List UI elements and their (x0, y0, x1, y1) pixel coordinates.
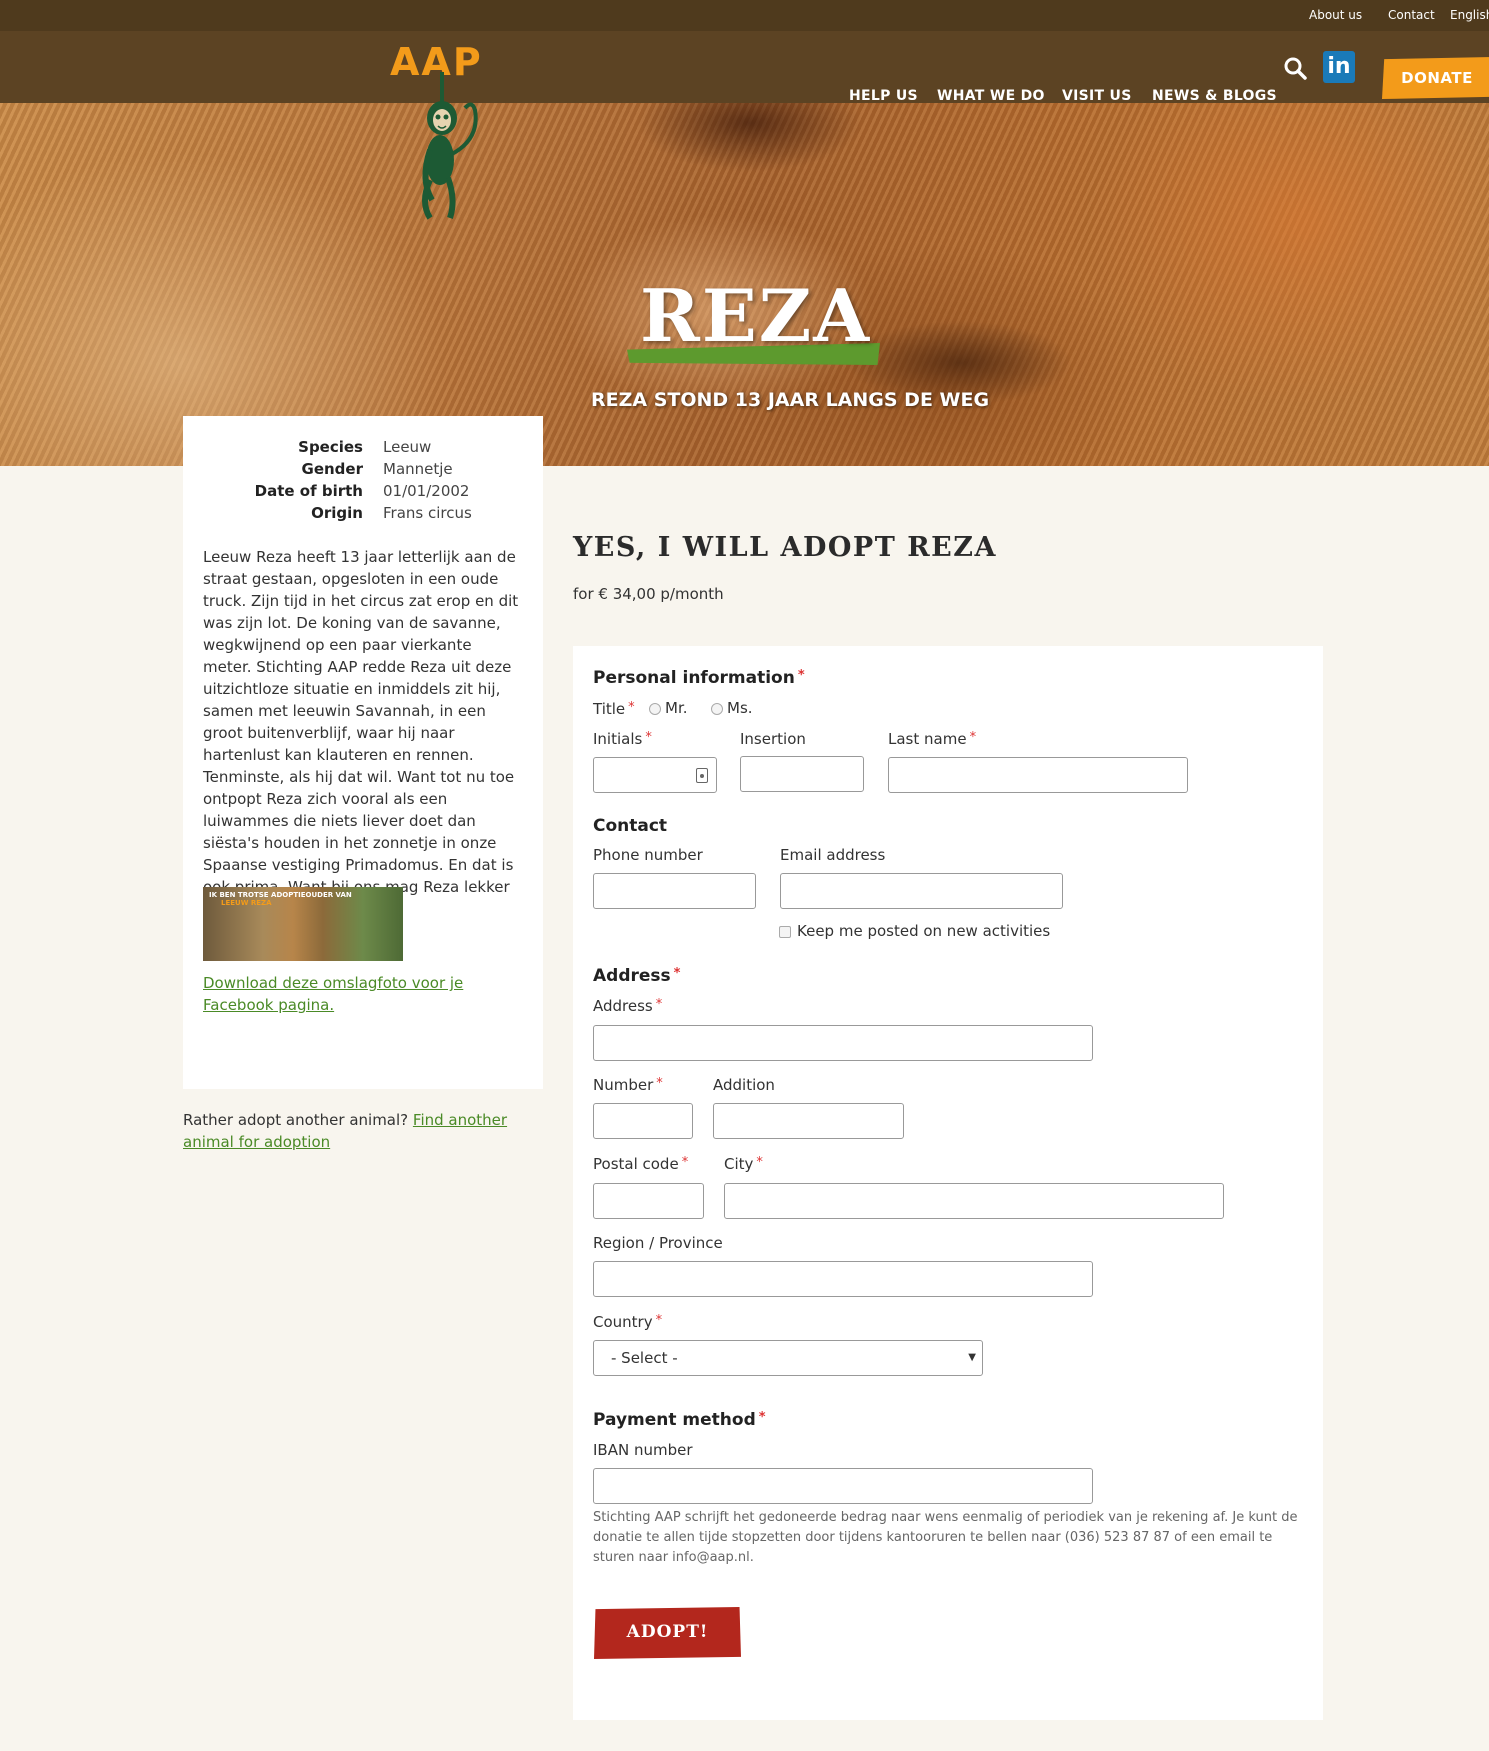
addition-label: Addition (713, 1076, 775, 1094)
country-select[interactable]: - Select - ▼ (593, 1340, 983, 1376)
top-utility-bar: About us Contact English (0, 0, 1489, 31)
linkedin-icon[interactable]: in (1323, 51, 1355, 83)
address-heading: Address * (593, 966, 681, 986)
number-label: Number * (593, 1076, 663, 1094)
language-link[interactable]: English (1450, 8, 1489, 22)
email-label: Email address (780, 846, 886, 864)
other-animal-text: Rather adopt another animal? Find anothe… (183, 1109, 543, 1153)
last-name-label: Last name * (888, 730, 977, 748)
number-input[interactable] (593, 1103, 693, 1139)
autofill-icon (696, 768, 708, 783)
adopt-heading: YES, I WILL ADOPT REZA (573, 532, 997, 563)
country-selected-value: - Select - (611, 1349, 678, 1367)
country-label: Country * (593, 1313, 663, 1331)
about-us-link[interactable]: About us (1309, 8, 1362, 22)
animal-story: Leeuw Reza heeft 13 jaar letterlijk aan … (203, 548, 519, 918)
region-input[interactable] (593, 1261, 1093, 1297)
donate-button[interactable]: DONATE (1382, 57, 1489, 99)
thumb-caption: IK BEN TROTSE ADOPTIEOUDER VAN (209, 891, 352, 899)
info-value: 01/01/2002 (383, 482, 470, 500)
adoption-price: for € 34,00 p/month (573, 585, 724, 603)
adoption-form: Personal information * Title * Mr. Ms. Ini… (573, 646, 1323, 1720)
addition-input[interactable] (713, 1103, 904, 1139)
payment-note: Stichting AAP schrijft het gedoneerde be… (593, 1510, 1298, 1565)
city-label: City * (724, 1155, 763, 1173)
address-input[interactable] (593, 1025, 1093, 1061)
payment-heading: Payment method * (593, 1410, 766, 1430)
title-label: Title * (593, 700, 635, 718)
rather-text: Rather adopt another animal? (183, 1111, 413, 1129)
iban-label: IBAN number (593, 1441, 693, 1459)
hero-banner: REZA REZA STOND 13 JAAR LANGS DE WEG (0, 103, 1489, 466)
info-value: Leeuw (383, 438, 432, 456)
email-input[interactable] (780, 873, 1063, 909)
contact-heading: Contact (593, 816, 668, 836)
info-key: Gender (301, 460, 363, 478)
city-input[interactable] (724, 1183, 1224, 1219)
last-name-input[interactable] (888, 757, 1188, 793)
personal-info-heading: Personal information * (593, 668, 805, 688)
info-key: Species (298, 438, 363, 456)
iban-input[interactable] (593, 1468, 1093, 1504)
postal-code-input[interactable] (593, 1183, 704, 1219)
hero-subtitle: REZA STOND 13 JAAR LANGS DE WEG (591, 389, 990, 411)
adopt-submit-button[interactable]: ADOPT! (594, 1607, 741, 1659)
search-icon[interactable] (1283, 56, 1307, 80)
download-cover-link[interactable]: Download deze omslagfoto voor je Faceboo… (203, 972, 523, 1016)
insertion-label: Insertion (740, 730, 806, 748)
address-label: Address * (593, 997, 663, 1015)
main-navigation: HELP US WHAT WE DO VISIT US NEWS & BLOGS (0, 31, 1489, 107)
title-mr-option[interactable]: Mr. (649, 699, 688, 717)
postal-code-label: Postal code * (593, 1155, 689, 1173)
info-key: Origin (311, 504, 363, 522)
phone-input[interactable] (593, 873, 756, 909)
info-key: Date of birth (254, 482, 363, 500)
monkey-icon (422, 72, 478, 220)
info-value: Frans circus (383, 504, 472, 522)
keep-posted-checkbox[interactable]: Keep me posted on new activities (779, 922, 1050, 940)
facebook-cover-thumbnail[interactable]: IK BEN TROTSE ADOPTIEOUDER VAN LEEUW REZ… (203, 887, 403, 961)
dropdown-caret-icon: ▼ (968, 1352, 976, 1363)
initials-input[interactable] (593, 757, 717, 793)
nav-what-we-do[interactable]: WHAT WE DO (937, 88, 1045, 104)
initials-label: Initials * (593, 730, 652, 748)
mr-radio[interactable] (649, 702, 661, 715)
keep-posted-box[interactable] (779, 925, 791, 938)
animal-name-title: REZA (640, 273, 872, 358)
insertion-input[interactable] (740, 756, 864, 792)
title-ms-option[interactable]: Ms. (711, 699, 753, 717)
animal-info-card: Species Leeuw Gender Mannetje Date of bi… (183, 416, 543, 1089)
nav-visit-us[interactable]: VISIT US (1062, 88, 1132, 104)
phone-label: Phone number (593, 846, 703, 864)
thumb-title: LEEUW REZA (221, 899, 272, 907)
nav-help-us[interactable]: HELP US (849, 88, 918, 104)
contact-link[interactable]: Contact (1388, 8, 1435, 22)
region-label: Region / Province (593, 1234, 723, 1252)
info-value: Mannetje (383, 460, 453, 478)
nav-news-blogs[interactable]: NEWS & BLOGS (1152, 88, 1277, 104)
ms-radio[interactable] (711, 702, 723, 715)
aap-logo[interactable]: AAP (390, 40, 520, 230)
